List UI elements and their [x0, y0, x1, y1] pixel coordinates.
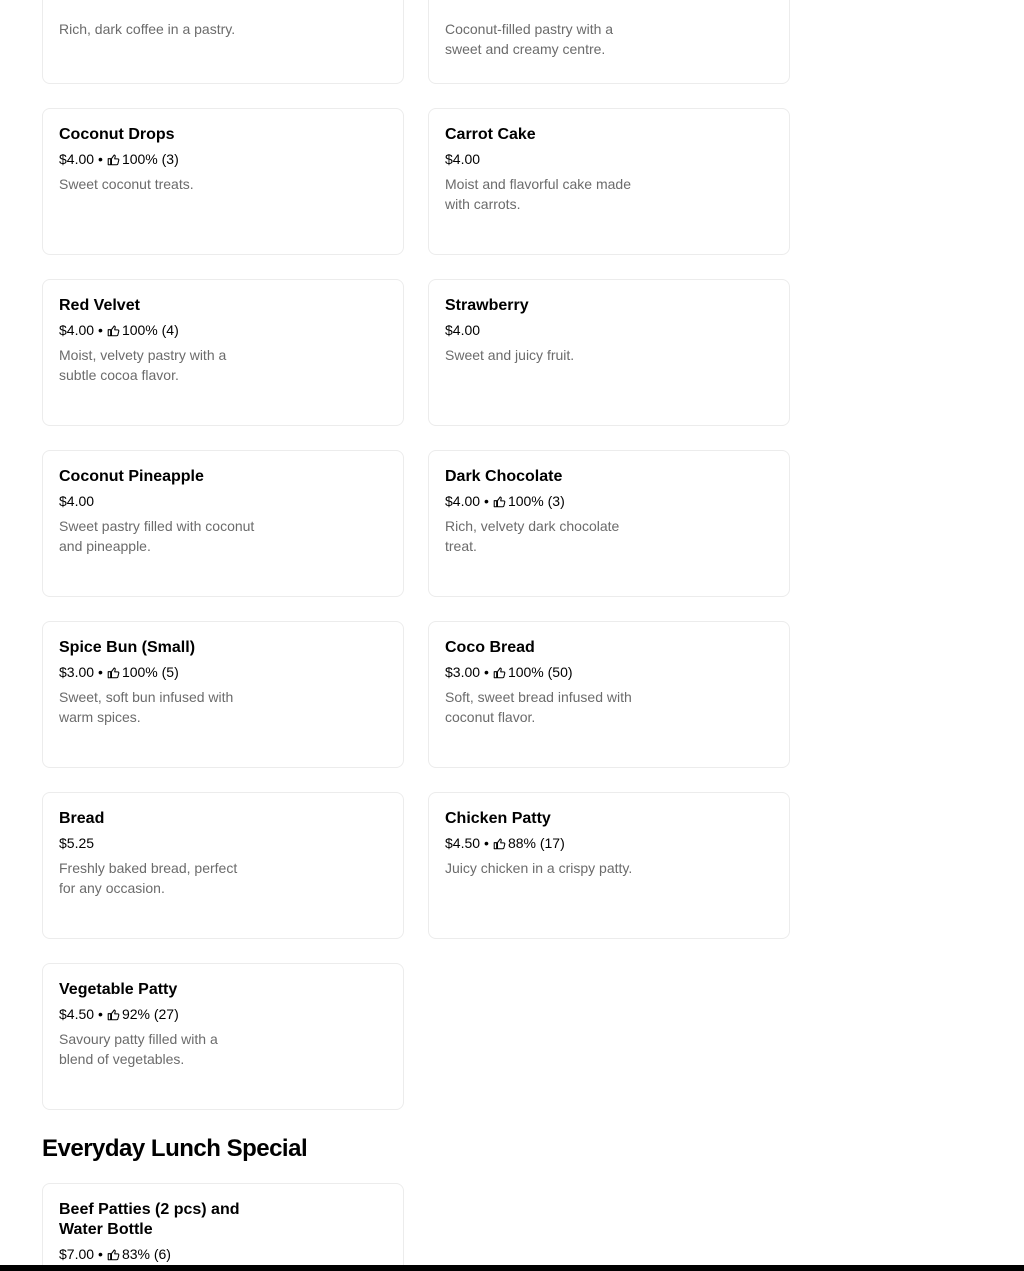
item-description: Moist, velvety pastry with a subtle coco… — [59, 347, 227, 383]
menu-item-card[interactable]: Coconut Pineapple $4.00 Sweet pastry fil… — [42, 450, 404, 597]
item-price: $3.00 — [59, 664, 95, 680]
menu-item-card[interactable]: Beef Patties (2 pcs) and Water Bottle $7… — [42, 1183, 404, 1271]
item-name: Coconut Drops — [59, 126, 175, 143]
thumbs-up-icon — [107, 325, 120, 336]
thumbs-up-icon — [493, 838, 506, 849]
item-description: Soft, sweet bread infused with coconut f… — [445, 689, 632, 725]
thumbs-up-icon — [107, 1249, 120, 1260]
item-name: Red Velvet — [59, 297, 140, 314]
thumbs-up-icon — [107, 154, 120, 165]
menu-item-card[interactable]: Spice Bun (Small) $3.00 • 100% (5) Sweet… — [42, 621, 404, 768]
item-description: Rich, velvety dark chocolate treat. — [445, 518, 620, 554]
item-name: Coco Bread — [445, 639, 535, 656]
bottom-bar — [0, 1265, 1024, 1271]
item-name: Chicken Patty — [445, 810, 551, 827]
item-price: $7.00 — [59, 1246, 95, 1262]
item-name: Strawberry — [445, 297, 529, 314]
item-description: Sweet coconut treats. — [59, 176, 194, 192]
item-name: Bread — [59, 810, 105, 827]
menu-item-card[interactable]: Carrot Cake $4.00 Moist and flavorful ca… — [428, 108, 790, 255]
menu-page: Rich, dark coffee in a pastry. Coconut-f… — [0, 0, 1024, 1271]
menu-item-card[interactable]: Coconut-filled pastry with a sweet and c… — [428, 0, 790, 84]
item-price: $3.00 — [445, 664, 481, 680]
item-description: Sweet pastry filled with coconut and pin… — [59, 518, 255, 554]
item-meta: $7.00 • 83% (6) — [59, 1245, 387, 1263]
menu-item-card[interactable]: Strawberry $4.00 Sweet and juicy fruit. — [428, 279, 790, 426]
menu-item-card[interactable]: Dark Chocolate $4.00 • 100% (3) Rich, ve… — [428, 450, 790, 597]
item-name: Coconut Pineapple — [59, 468, 204, 485]
item-description: Moist and flavorful cake made with carro… — [445, 176, 631, 212]
item-price: $4.00 — [445, 322, 481, 338]
item-description: Coconut-filled pastry with a sweet and c… — [445, 21, 614, 57]
item-name: Dark Chocolate — [445, 468, 563, 485]
item-rating: 100% (3) — [507, 493, 565, 509]
item-price: $4.00 — [445, 151, 481, 167]
item-description: Sweet, soft bun infused with warm spices… — [59, 689, 234, 725]
separator-dot: • — [484, 835, 489, 851]
menu-item-card[interactable]: Chicken Patty $4.50 • 88% (17) Juicy chi… — [428, 792, 790, 939]
menu-item-card[interactable]: Coconut Drops $4.00 • 100% (3) Sweet coc… — [42, 108, 404, 255]
item-description: Savoury patty filled with a blend of veg… — [59, 1031, 218, 1067]
separator-dot: • — [98, 151, 103, 167]
item-description: Juicy chicken in a crispy patty. — [445, 860, 633, 876]
thumbs-up-icon — [107, 1009, 120, 1020]
item-price: $4.00 — [59, 493, 95, 509]
thumbs-up-icon — [493, 667, 506, 678]
item-price: $4.50 — [59, 1006, 95, 1022]
item-name: Spice Bun (Small) — [59, 639, 196, 656]
thumbs-up-icon — [493, 496, 506, 507]
item-rating: 100% (4) — [121, 322, 179, 338]
menu-item-card[interactable]: Red Velvet $4.00 • 100% (4) Moist, velve… — [42, 279, 404, 426]
item-meta: $4.00 — [445, 150, 773, 168]
item-description: Freshly baked bread, perfect for any occ… — [59, 860, 238, 896]
separator-dot: • — [98, 1006, 103, 1022]
item-description: Rich, dark coffee in a pastry. — [59, 21, 236, 37]
thumbs-up-icon — [107, 667, 120, 678]
item-rating: 92% (27) — [121, 1006, 179, 1022]
item-name: Vegetable Patty — [59, 981, 178, 998]
item-meta: $5.25 — [59, 834, 387, 852]
item-rating: 100% (3) — [121, 151, 179, 167]
item-price: $4.00 — [59, 322, 95, 338]
item-name: Carrot Cake — [445, 126, 536, 143]
separator-dot: • — [98, 664, 103, 680]
menu-item-card[interactable]: Vegetable Patty $4.50 • 92% (27) Savoury… — [42, 963, 404, 1110]
item-price: $4.00 — [445, 493, 481, 509]
item-meta: $3.00 • 100% (5) — [59, 663, 387, 681]
item-meta: $4.00 • 100% (3) — [445, 492, 773, 510]
item-meta: $4.50 • 92% (27) — [59, 1005, 387, 1023]
menu-item-card[interactable]: Coco Bread $3.00 • 100% (50) Soft, sweet… — [428, 621, 790, 768]
separator-dot: • — [484, 493, 489, 509]
separator-dot: • — [98, 322, 103, 338]
item-meta: $3.00 • 100% (50) — [445, 663, 773, 681]
item-price: $4.50 — [445, 835, 481, 851]
item-name: Beef Patties (2 pcs) and Water Bottle — [59, 1201, 240, 1238]
item-rating: 100% (50) — [507, 664, 573, 680]
item-rating: 88% (17) — [507, 835, 565, 851]
item-price: $5.25 — [59, 835, 95, 851]
item-meta: $4.00 — [59, 492, 387, 510]
menu-item-card[interactable]: Bread $5.25 Freshly baked bread, perfect… — [42, 792, 404, 939]
item-rating: 83% (6) — [121, 1246, 171, 1262]
separator-dot: • — [484, 664, 489, 680]
section-title: Everyday Lunch Special — [42, 1135, 308, 1162]
item-meta: $4.00 • 100% (3) — [59, 150, 387, 168]
separator-dot: • — [98, 1246, 103, 1262]
item-meta: $4.00 • 100% (4) — [59, 321, 387, 339]
item-price: $4.00 — [59, 151, 95, 167]
item-meta: $4.50 • 88% (17) — [445, 834, 773, 852]
item-rating: 100% (5) — [121, 664, 179, 680]
item-description: Sweet and juicy fruit. — [445, 347, 575, 363]
item-meta: $4.00 — [445, 321, 773, 339]
menu-item-card[interactable]: Rich, dark coffee in a pastry. — [42, 0, 404, 84]
